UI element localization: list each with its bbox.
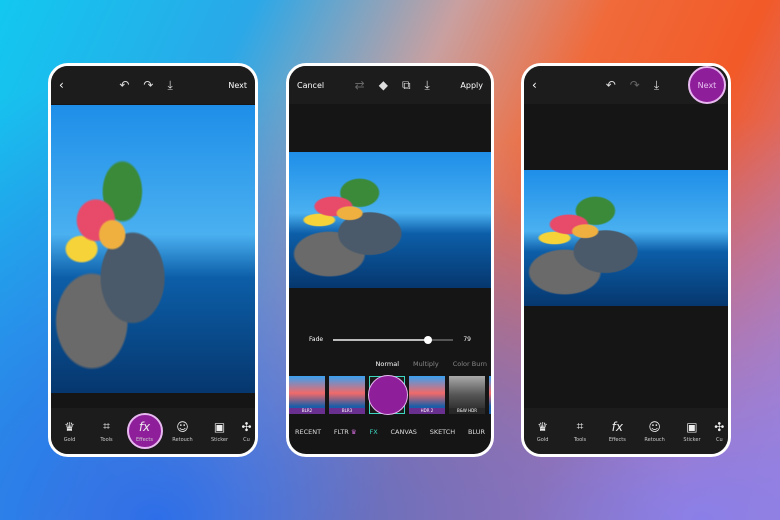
phone-editor-1: ‹ ↶ ↷ ⤓ Next ♛ Gold ⌗ Tools fx Effects ☺ Retou…: [48, 63, 258, 457]
photo: [524, 170, 728, 306]
undo-icon[interactable]: ↶: [606, 78, 616, 93]
category-blur[interactable]: BLUR: [468, 428, 485, 436]
cutout-icon: ✣: [241, 419, 252, 434]
top-bar: ‹ ↶ ↷ ⤓ Next: [524, 66, 728, 104]
download-icon[interactable]: ⤓: [425, 78, 430, 93]
download-icon[interactable]: ⤓: [654, 78, 659, 93]
back-icon[interactable]: ‹: [532, 78, 537, 92]
redo-icon[interactable]: ↷: [630, 78, 640, 93]
phone-editor-2: Cancel ⇄ ◆ ⧉ ⤓ Apply Fade 79 Normal Multipl…: [286, 63, 494, 457]
category-sketch[interactable]: SKETCH: [430, 428, 456, 436]
undo-icon[interactable]: ↶: [119, 78, 129, 93]
download-icon[interactable]: ⤓: [167, 78, 172, 93]
thumb-bw-hdr[interactable]: B&W HDR: [449, 376, 485, 414]
cancel-button[interactable]: Cancel: [297, 81, 324, 90]
retouch-icon: ☺: [648, 419, 661, 434]
fade-slider-row: Fade 79: [309, 335, 471, 344]
fade-value: 79: [463, 336, 471, 343]
crop-icon: ⌗: [103, 419, 110, 433]
tool-effects[interactable]: fx Effects: [126, 413, 163, 449]
tool-cutout[interactable]: ✣ Cu: [240, 420, 254, 443]
bottom-toolbar: ♛ Gold ⌗ Tools fx Effects ☺ Retouch ▣ Sticker…: [51, 408, 255, 454]
effect-thumbnails: BLR2 BLR3 HDR 2 B&W HDR: [289, 375, 491, 415]
fx-icon: fx: [611, 419, 623, 434]
thumb-blr3[interactable]: BLR3: [329, 376, 365, 414]
mode-color-burn[interactable]: Color Burn: [453, 360, 487, 368]
category-fltr[interactable]: FLTR ♛: [334, 428, 357, 436]
thumb-selected[interactable]: [368, 375, 408, 415]
category-recent[interactable]: RECENT: [295, 428, 321, 436]
layers-icon[interactable]: ⧉: [402, 78, 411, 93]
tool-tools[interactable]: ⌗ Tools: [563, 419, 597, 443]
crown-icon: ♛: [537, 419, 549, 434]
sticker-icon: ▣: [686, 419, 698, 434]
next-button[interactable]: Next: [228, 81, 247, 90]
mode-multiply[interactable]: Multiply: [413, 360, 439, 368]
top-bar: ‹ ↶ ↷ ⤓ Next: [51, 66, 255, 104]
thumb-next[interactable]: [489, 376, 491, 414]
tool-gold[interactable]: ♛ Gold: [53, 420, 87, 443]
thumb-hdr2[interactable]: HDR 2: [409, 376, 445, 414]
sticker-icon: ▣: [213, 419, 226, 434]
tool-sticker[interactable]: ▣ Sticker: [675, 420, 709, 443]
tool-effects[interactable]: fx Effects: [600, 420, 634, 443]
cutout-icon: ✣: [714, 419, 725, 434]
tool-retouch[interactable]: ☺ Retouch: [166, 420, 200, 443]
photo: [51, 105, 255, 393]
effect-categories: RECENT FLTR ♛ FX CANVAS SKETCH BLUR: [295, 428, 485, 436]
photo: [289, 152, 491, 288]
phone-editor-3: ‹ ↶ ↷ ⤓ Next ♛ Gold ⌗ Tools fx Effects ☺ Retou…: [521, 63, 731, 457]
selected-highlight: [368, 375, 408, 415]
tool-cutout[interactable]: ✣ Cu: [712, 420, 726, 443]
tool-tools[interactable]: ⌗ Tools: [90, 419, 124, 443]
crop-icon: ⌗: [576, 419, 584, 433]
retouch-icon: ☺: [176, 419, 189, 434]
category-canvas[interactable]: CANVAS: [390, 428, 416, 436]
blend-modes: Normal Multiply Color Burn: [376, 360, 488, 368]
top-bar: Cancel ⇄ ◆ ⧉ ⤓ Apply: [289, 66, 491, 104]
bottom-toolbar: ♛ Gold ⌗ Tools fx Effects ☺ Retouch ▣ Sticker…: [524, 408, 728, 454]
category-fx[interactable]: FX: [370, 428, 378, 436]
tool-sticker[interactable]: ▣ Sticker: [203, 420, 237, 443]
apply-button[interactable]: Apply: [460, 81, 483, 90]
eraser-icon[interactable]: ◆: [379, 78, 388, 93]
slider-knob[interactable]: [424, 335, 433, 344]
mode-normal[interactable]: Normal: [376, 360, 400, 368]
thumb-blr2[interactable]: BLR2: [289, 376, 325, 414]
fade-label: Fade: [309, 336, 324, 343]
tool-retouch[interactable]: ☺ Retouch: [638, 420, 672, 443]
fade-slider[interactable]: [333, 335, 454, 344]
back-icon[interactable]: ‹: [59, 78, 64, 92]
crown-icon: ♛: [350, 428, 357, 436]
redo-icon[interactable]: ↷: [143, 78, 153, 93]
tool-gold[interactable]: ♛ Gold: [526, 420, 560, 443]
swap-icon[interactable]: ⇄: [355, 78, 365, 93]
next-button[interactable]: Next: [688, 66, 726, 104]
fx-icon: fx: [138, 419, 151, 434]
crown-icon: ♛: [64, 419, 75, 434]
